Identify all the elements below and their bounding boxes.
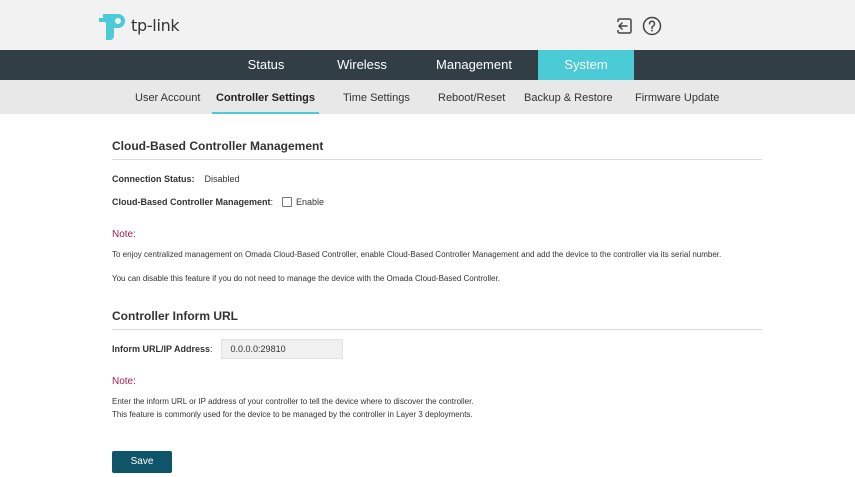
subtab-time-settings[interactable]: Time Settings xyxy=(343,80,410,114)
top-nav: Status Wireless Management System xyxy=(0,50,855,80)
cloud-note-line-1: To enjoy centralized management on Omada… xyxy=(112,250,722,259)
cloud-note-line-2: You can disable this feature if you do n… xyxy=(112,274,500,283)
inform-url-input[interactable]: 0.0.0.0:29810 xyxy=(220,339,343,359)
subtab-backup-restore[interactable]: Backup & Restore xyxy=(524,80,613,114)
subtab-firmware-update[interactable]: Firmware Update xyxy=(635,80,719,114)
inform-url-label: Inform URL/IP Address xyxy=(112,344,211,354)
colon: : xyxy=(191,174,195,184)
inform-note-line-1: Enter the inform URL or IP address of yo… xyxy=(112,397,474,406)
subtab-reboot-reset[interactable]: Reboot/Reset xyxy=(438,80,505,114)
inform-url-row: Inform URL/IP Address: 0.0.0.0:29810 xyxy=(112,339,343,359)
brand-text: tp-link xyxy=(131,15,180,35)
help-icon[interactable] xyxy=(642,16,662,36)
inform-note-line-2: This feature is commonly used for the de… xyxy=(112,410,473,419)
tp-link-logo-icon xyxy=(99,14,125,40)
colon: : xyxy=(210,344,213,354)
enable-checkbox-label[interactable]: Enable xyxy=(296,197,324,207)
connection-status-value: Disabled xyxy=(204,174,240,184)
sub-nav: User Account Controller Settings Time Se… xyxy=(0,80,855,114)
tab-wireless[interactable]: Wireless xyxy=(314,50,410,80)
logout-icon[interactable] xyxy=(614,16,634,36)
tab-system[interactable]: System xyxy=(538,50,634,80)
header: tp-link xyxy=(0,0,855,50)
tab-management[interactable]: Management xyxy=(410,50,538,80)
connection-status-label: Connection Status xyxy=(112,174,192,184)
save-button[interactable]: Save xyxy=(112,451,172,473)
subtab-controller-settings[interactable]: Controller Settings xyxy=(211,80,320,114)
enable-checkbox[interactable] xyxy=(282,197,293,207)
subtab-user-account[interactable]: User Account xyxy=(135,80,200,114)
tp-link-logo[interactable]: tp-link xyxy=(98,10,180,40)
cloud-management-row: Cloud-Based Controller Management: Enabl… xyxy=(112,197,324,207)
cloud-management-label: Cloud-Based Controller Management xyxy=(112,197,271,207)
cloud-section-title: Cloud-Based Controller Management xyxy=(112,139,762,160)
colon: : xyxy=(270,197,274,207)
cloud-note-title: Note: xyxy=(112,229,136,240)
inform-section-title: Controller Inform URL xyxy=(112,309,762,330)
connection-status-row: Connection Status: Disabled xyxy=(112,174,240,184)
inform-note-title: Note: xyxy=(112,376,136,387)
tab-status[interactable]: Status xyxy=(218,50,314,80)
